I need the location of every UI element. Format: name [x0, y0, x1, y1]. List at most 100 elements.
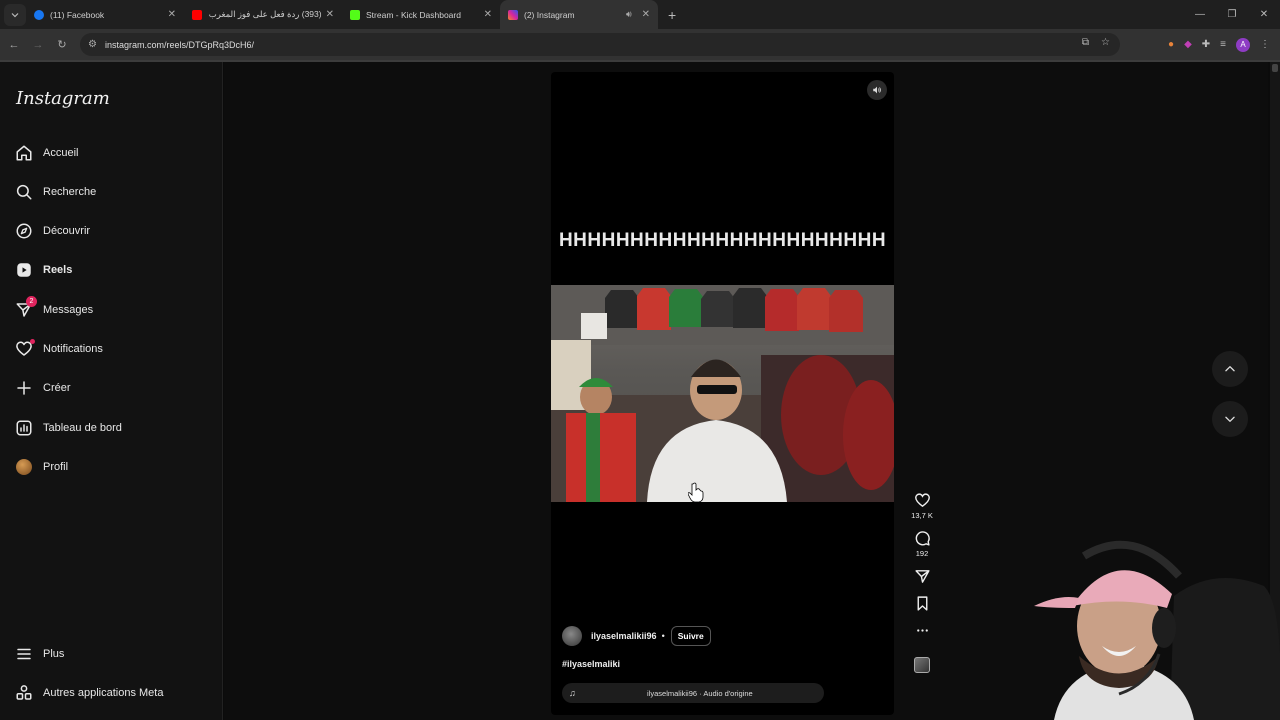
scrollbar-thumb[interactable] [1272, 64, 1278, 72]
forward-icon[interactable]: → [26, 39, 50, 51]
like-count: 13,7 K [911, 511, 933, 520]
sidebar-item-profil[interactable]: Profil [14, 455, 68, 479]
sidebar-item-creer[interactable]: Créer [14, 376, 71, 400]
site-info-icon[interactable]: ⚙︎ [88, 39, 97, 50]
extension-shield-icon[interactable]: ◆ [1184, 39, 1192, 50]
close-tab-icon[interactable]: ✕ [642, 9, 650, 20]
chevron-up-icon [1225, 366, 1235, 372]
reel-video-frame[interactable] [551, 285, 894, 502]
previous-reel-button[interactable] [1212, 351, 1248, 387]
sidebar-item-tableau-de-bord[interactable]: Tableau de bord [14, 416, 122, 440]
search-icon [14, 182, 34, 202]
reel-hashtag[interactable]: #ilyaselmaliki [562, 659, 620, 669]
profile-avatar [14, 457, 34, 477]
audio-thumbnail[interactable] [914, 657, 930, 673]
home-icon [14, 143, 34, 163]
video-scene-image [551, 285, 894, 502]
sidebar-item-plus[interactable]: Plus [14, 642, 64, 666]
install-app-icon[interactable]: ⧉ [1082, 37, 1089, 48]
next-reel-button[interactable] [1212, 401, 1248, 437]
tab-title: (2) Instagram [524, 9, 575, 20]
webcam-overlay [1024, 536, 1280, 720]
author-username[interactable]: ilyaselmalikii96 [591, 631, 657, 641]
tab-title: (393) ردة فعل على فوز المغرب [208, 9, 322, 19]
separator-dot: • [661, 631, 665, 641]
restore-icon[interactable]: ❐ [1216, 0, 1248, 29]
close-tab-icon[interactable]: ✕ [484, 9, 492, 20]
sidebar-item-reels[interactable]: Reels [14, 258, 72, 282]
tab-kick[interactable]: Stream - Kick Dashboard ✕ [342, 0, 500, 29]
profile-avatar[interactable]: A [1236, 37, 1250, 52]
back-icon[interactable]: ← [2, 39, 26, 51]
new-tab-button[interactable]: + [668, 7, 676, 23]
url-text: instagram.com/reels/DTGpRq3DcH6/ [104, 39, 255, 50]
instagram-icon [508, 9, 518, 20]
messages-icon: 2 [14, 296, 37, 320]
author-avatar[interactable] [562, 626, 582, 646]
speaker-icon[interactable]: 🔊︎ [626, 9, 632, 20]
reels-icon [14, 260, 34, 280]
follow-button[interactable]: Suivre [670, 626, 711, 646]
comment-action[interactable]: 192 [914, 530, 931, 558]
comment-icon [915, 531, 930, 546]
address-bar[interactable]: ⚙︎ instagram.com/reels/DTGpRq3DcH6/ ⧉ ☆ [80, 33, 1120, 56]
tab-title: Stream - Kick Dashboard [366, 9, 461, 20]
share-action[interactable] [914, 568, 931, 585]
bookmark-star-icon[interactable]: ☆ [1101, 37, 1110, 48]
webcam-image [1034, 540, 1280, 720]
unread-badge: 2 [26, 296, 37, 307]
sidebar-item-decouvrir[interactable]: Découvrir [14, 219, 90, 243]
sound-toggle-button[interactable] [867, 80, 887, 100]
sidebar-item-label: Autres applications Meta [43, 687, 164, 699]
kick-icon [350, 9, 360, 20]
sidebar-item-label: Profil [43, 461, 69, 473]
comment-count: 192 [915, 549, 929, 558]
extension-fox-icon[interactable]: ● [1168, 39, 1174, 50]
media-control-icon[interactable]: ≡ [1220, 39, 1226, 50]
menu-icon [14, 644, 34, 664]
reel-actions: 13,7 K 192 [906, 492, 938, 673]
sidebar-item-meta-apps[interactable]: Autres applications Meta [14, 681, 163, 705]
more-horizontal-icon [916, 629, 928, 632]
sidebar-item-label: Plus [43, 648, 65, 660]
sidebar-item-recherche[interactable]: Recherche [14, 180, 96, 204]
chevron-down-icon [1225, 416, 1235, 422]
heart-icon [14, 339, 35, 359]
chevron-down-icon [11, 12, 19, 17]
tab-instagram[interactable]: (2) Instagram 🔊︎ ✕ [500, 0, 658, 29]
more-options[interactable] [914, 622, 931, 639]
reel-audio-link[interactable]: ♫ ilyaselmalikii96 · Audio d'origine [562, 683, 824, 703]
browser-toolbar: ← → ↻ ⚙︎ instagram.com/reels/DTGpRq3DcH6… [0, 29, 1280, 60]
tab-facebook[interactable]: (11) Facebook ✕ [26, 0, 184, 29]
sidebar-item-label: Tableau de bord [43, 422, 122, 434]
save-action[interactable] [914, 595, 931, 612]
meta-apps-icon [14, 683, 34, 703]
reel-author: ilyaselmalikii96 • Suivre [562, 626, 711, 646]
sidebar-item-accueil[interactable]: Accueil [14, 141, 78, 165]
speaker-icon [873, 86, 881, 94]
like-action[interactable]: 13,7 K [911, 492, 933, 520]
close-tab-icon[interactable]: ✕ [326, 9, 334, 20]
tab-search-button[interactable] [4, 3, 26, 26]
plus-icon [14, 378, 34, 398]
minimize-icon[interactable]: — [1184, 0, 1216, 29]
extensions-puzzle-icon[interactable]: ✚ [1202, 39, 1210, 50]
tab-youtube[interactable]: (393) ردة فعل على فوز المغرب ✕ [184, 0, 342, 29]
extensions-area: ● ◆ ✚ ≡ A ⋮ [1168, 29, 1280, 60]
more-menu-icon[interactable]: ⋮ [1260, 39, 1270, 50]
sidebar-item-notifications[interactable]: Notifications [14, 337, 103, 361]
reel-player[interactable]: HHHHHHHHHHHHHHHHHHHHHHH ilyaselmalikii96… [551, 72, 894, 715]
instagram-logo[interactable]: Instagram [16, 88, 110, 109]
close-window-icon[interactable]: ✕ [1248, 0, 1280, 29]
hand-cursor-icon [688, 482, 704, 502]
sidebar-item-label: Reels [43, 264, 73, 276]
browser-tab-bar: (11) Facebook ✕ (393) ردة فعل على فوز ال… [0, 0, 1280, 29]
sidebar-item-label: Recherche [43, 186, 97, 198]
sidebar-item-label: Accueil [43, 147, 79, 159]
compass-icon [14, 221, 34, 241]
close-tab-icon[interactable]: ✕ [168, 9, 176, 20]
window-controls: — ❐ ✕ [1184, 0, 1280, 29]
sidebar-item-messages[interactable]: 2 Messages [14, 296, 93, 322]
notification-dot [30, 339, 35, 344]
reload-icon[interactable]: ↻ [50, 38, 74, 51]
